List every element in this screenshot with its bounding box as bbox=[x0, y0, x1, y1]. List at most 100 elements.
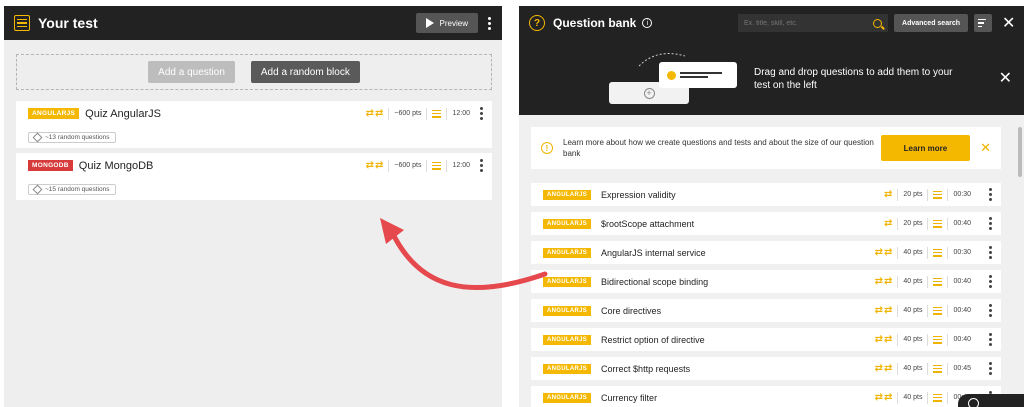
list-icon bbox=[14, 15, 30, 31]
random-count: ~13 random questions bbox=[45, 133, 110, 141]
list-icon bbox=[933, 393, 943, 402]
layers-icon bbox=[32, 132, 43, 142]
question-row[interactable]: ANGULARJS Restrict option of directive ⇄ ⇄ 4… bbox=[531, 328, 1001, 351]
search-field[interactable] bbox=[738, 14, 889, 32]
question-row[interactable]: ANGULARJS Correct $http requests ⇄ ⇄ 40 pts 0… bbox=[531, 357, 1001, 380]
quiz-menu-icon[interactable] bbox=[476, 158, 486, 174]
close-banner-icon[interactable]: ✕ bbox=[999, 68, 1012, 88]
question-title: Core directives bbox=[601, 305, 662, 316]
test-header: Your test Preview bbox=[4, 6, 502, 40]
quiz-title: Quiz MongoDB bbox=[78, 159, 154, 172]
skill-tag: ANGULARJS bbox=[28, 108, 80, 119]
quiz-block[interactable]: MONGODB Quiz MongoDB ⇄ ⇄ ~600 pts 12:00 ~… bbox=[16, 153, 492, 200]
learn-more-button[interactable]: Learn more bbox=[880, 135, 971, 161]
alert-icon: ! bbox=[541, 142, 553, 154]
layers-icon bbox=[32, 184, 43, 194]
help-widget[interactable] bbox=[958, 394, 1024, 407]
skill-tag: MONGODB bbox=[28, 160, 73, 171]
help-icon[interactable] bbox=[968, 398, 979, 407]
shuffle-icon: ⇄ ⇄ bbox=[365, 108, 384, 119]
skill-tag: ANGULARJS bbox=[543, 276, 592, 287]
list-icon bbox=[432, 161, 442, 170]
question-bank-header: ? Question bank i Advanced search ✕ bbox=[519, 6, 1024, 40]
random-questions-badge: ~15 random questions bbox=[28, 183, 116, 195]
skill-tag: ANGULARJS bbox=[543, 247, 592, 258]
question-menu-icon[interactable] bbox=[985, 187, 995, 203]
info-icon[interactable]: i bbox=[642, 18, 653, 28]
time: 12:00 bbox=[452, 162, 470, 169]
shuffle-icon: ⇄ ⇄ bbox=[365, 160, 384, 171]
more-options-icon[interactable] bbox=[484, 15, 494, 31]
sort-icon[interactable] bbox=[974, 14, 992, 32]
learn-more-card: ! Learn more about how we create questio… bbox=[531, 127, 1001, 169]
time: 00:45 bbox=[953, 365, 971, 372]
time: 00:30 bbox=[953, 191, 971, 198]
scrollbar[interactable] bbox=[1018, 127, 1022, 177]
points: 20 pts bbox=[903, 220, 923, 227]
question-row[interactable]: ANGULARJS $rootScope attachment ⇄ 20 pts 00:… bbox=[531, 212, 1001, 235]
shuffle-icon: ⇄ ⇄ bbox=[874, 334, 893, 345]
time: 00:40 bbox=[953, 336, 971, 343]
points: ~600 pts bbox=[394, 162, 422, 169]
search-icon[interactable] bbox=[873, 18, 883, 28]
time: 00:30 bbox=[953, 249, 971, 256]
time: 12:00 bbox=[452, 110, 470, 117]
shuffle-icon: ⇄ ⇄ bbox=[874, 392, 893, 403]
drop-zone[interactable]: Add a question Add a random block bbox=[16, 54, 492, 90]
points: 20 pts bbox=[903, 191, 923, 198]
quiz-block[interactable]: ANGULARJS Quiz AngularJS ⇄ ⇄ ~600 pts 12:… bbox=[16, 101, 492, 148]
question-menu-icon[interactable] bbox=[985, 245, 995, 261]
question-row[interactable]: ANGULARJS Expression validity ⇄ 20 pts 00:30 bbox=[531, 183, 1001, 206]
random-questions-badge: ~13 random questions bbox=[28, 131, 116, 143]
question-title: Restrict option of directive bbox=[601, 334, 705, 345]
list-icon bbox=[933, 335, 943, 344]
close-icon[interactable]: ✕ bbox=[1002, 13, 1015, 33]
banner-text: Drag and drop questions to add them to y… bbox=[754, 67, 953, 91]
learn-more-text: Learn more about how we create questions… bbox=[563, 138, 874, 158]
add-question-button[interactable]: Add a question bbox=[148, 61, 235, 83]
question-row[interactable]: ANGULARJS Bidirectional scope binding ⇄ ⇄ 40… bbox=[531, 270, 1001, 293]
list-icon bbox=[933, 219, 943, 228]
skill-tag: ANGULARJS bbox=[543, 334, 592, 345]
shuffle-icon: ⇄ ⇄ bbox=[874, 305, 893, 316]
question-title: AngularJS internal service bbox=[601, 247, 706, 258]
skill-tag: ANGULARJS bbox=[543, 189, 592, 200]
question-menu-icon[interactable] bbox=[985, 303, 995, 319]
drag-illustration: + bbox=[609, 48, 737, 108]
preview-button[interactable]: Preview bbox=[415, 13, 478, 33]
list-icon bbox=[432, 109, 442, 118]
question-menu-icon[interactable] bbox=[985, 274, 995, 290]
points: 40 pts bbox=[903, 278, 923, 285]
question-row[interactable]: ANGULARJS AngularJS internal service ⇄ ⇄ 40 … bbox=[531, 241, 1001, 264]
question-menu-icon[interactable] bbox=[985, 216, 995, 232]
question-title: $rootScope attachment bbox=[601, 218, 695, 229]
question-bank-title: Question bank bbox=[553, 16, 637, 30]
points: 40 pts bbox=[903, 394, 923, 401]
search-input[interactable] bbox=[744, 19, 865, 27]
shuffle-icon: ⇄ ⇄ bbox=[874, 247, 893, 258]
quiz-menu-icon[interactable] bbox=[476, 106, 486, 122]
shuffle-icon: ⇄ bbox=[884, 218, 893, 229]
close-card-icon[interactable]: ✕ bbox=[980, 140, 991, 156]
list-icon bbox=[933, 306, 943, 315]
test-title: Your test bbox=[38, 15, 98, 31]
points: 40 pts bbox=[903, 365, 923, 372]
question-menu-icon[interactable] bbox=[985, 361, 995, 377]
points: 40 pts bbox=[903, 307, 923, 314]
add-circle-icon: + bbox=[643, 87, 655, 99]
list-icon bbox=[933, 190, 943, 199]
list-icon bbox=[933, 277, 943, 286]
add-random-block-button[interactable]: Add a random block bbox=[250, 61, 360, 83]
question-list[interactable]: ! Learn more about how we create questio… bbox=[519, 115, 1024, 407]
play-icon bbox=[425, 18, 434, 28]
question-title: Correct $http requests bbox=[601, 363, 691, 374]
question-row[interactable]: ANGULARJS Core directives ⇄ ⇄ 40 pts 00:40 bbox=[531, 299, 1001, 322]
question-row[interactable]: ANGULARJSCurrency filter⇄⇄40 pts00:45 bbox=[531, 386, 1001, 407]
advanced-search-button[interactable]: Advanced search bbox=[894, 14, 968, 32]
question-menu-icon[interactable] bbox=[985, 332, 995, 348]
drag-drop-banner: + Drag and drop questions to add them to… bbox=[519, 40, 1024, 115]
shuffle-icon: ⇄ ⇄ bbox=[874, 363, 893, 374]
list-icon bbox=[933, 364, 943, 373]
skill-tag: ANGULARJS bbox=[543, 392, 592, 403]
question-bank-panel: ? Question bank i Advanced search ✕ + Dr… bbox=[519, 6, 1024, 407]
